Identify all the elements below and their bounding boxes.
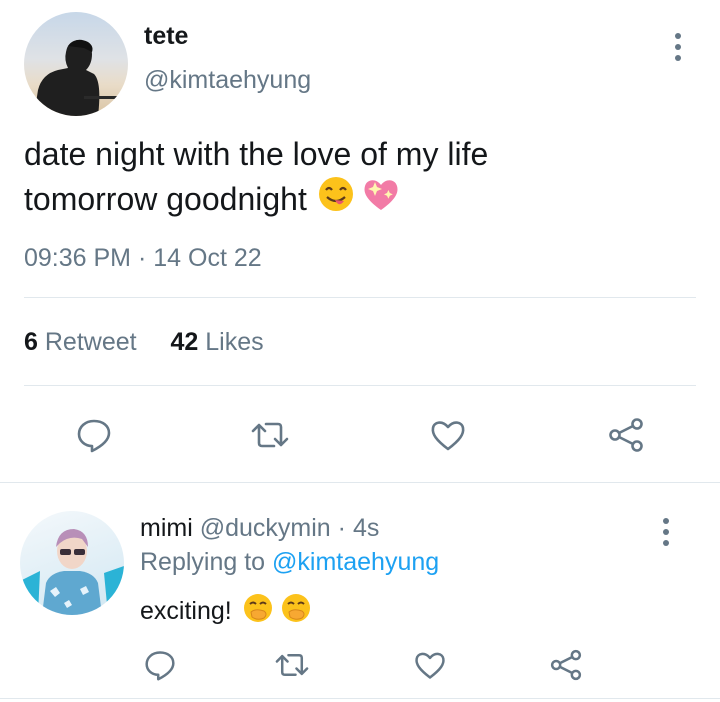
replying-to: Replying to @kimtaehyung xyxy=(140,548,439,577)
tweet-timestamp[interactable]: 09:36 PM · 14 Oct 22 xyxy=(24,244,262,273)
reply-reply-icon[interactable] xyxy=(140,645,180,685)
sparkling-heart-emoji-icon xyxy=(361,175,401,223)
display-name[interactable]: tete xyxy=(144,22,188,51)
likes-count: 42 xyxy=(170,328,199,356)
likes-label: Likes xyxy=(205,328,264,356)
reply-like-icon[interactable] xyxy=(410,645,450,685)
avatar-photo xyxy=(34,39,128,116)
avatar[interactable] xyxy=(24,12,128,116)
tweet-date: 14 Oct 22 xyxy=(153,244,262,272)
retweet-stat[interactable]: 6 Retweet xyxy=(24,328,137,356)
reply-display-name[interactable]: mimi xyxy=(140,514,193,542)
reply-avatar[interactable] xyxy=(20,511,124,615)
reply-more-icon[interactable] xyxy=(661,518,671,546)
tweet-text-line1: date night with the love of my life xyxy=(24,136,489,172)
retweet-icon[interactable] xyxy=(248,413,292,457)
reply-separator: · xyxy=(337,514,346,542)
divider xyxy=(0,482,720,483)
hand-over-mouth-emoji-icon xyxy=(242,592,274,631)
divider xyxy=(24,385,696,386)
reply-header: mimi @duckymin · 4s xyxy=(140,514,379,543)
reply-icon[interactable] xyxy=(72,413,116,457)
divider xyxy=(24,297,696,298)
tweet-time: 09:36 PM xyxy=(24,244,132,272)
retweet-count: 6 xyxy=(24,328,38,356)
reply-share-icon[interactable] xyxy=(546,645,586,685)
reply-age: 4s xyxy=(352,514,380,542)
replying-handle-link[interactable]: @kimtaehyung xyxy=(272,548,439,576)
meta-separator: · xyxy=(137,244,147,272)
engagement-stats: 6 Retweet 42 Likes xyxy=(24,328,264,357)
reply-text: exciting! xyxy=(140,592,312,631)
yum-emoji-icon xyxy=(317,175,355,223)
share-icon[interactable] xyxy=(604,413,648,457)
tweet-text: date night with the love of my life tomo… xyxy=(24,133,684,223)
likes-stat[interactable]: 42 Likes xyxy=(170,328,263,356)
retweet-label: Retweet xyxy=(44,328,137,356)
reply-text-content: exciting! xyxy=(140,597,232,625)
reply-avatar-photo xyxy=(20,529,124,615)
replying-label: Replying to xyxy=(140,548,266,576)
hand-over-mouth-emoji-icon xyxy=(280,592,312,631)
more-icon[interactable] xyxy=(673,33,683,61)
like-icon[interactable] xyxy=(426,413,470,457)
divider xyxy=(0,698,720,699)
reply-handle[interactable]: @duckymin xyxy=(200,514,331,542)
reply-retweet-icon[interactable] xyxy=(272,645,312,685)
user-handle[interactable]: @kimtaehyung xyxy=(144,66,311,95)
tweet-text-line2: tomorrow goodnight xyxy=(24,181,307,217)
